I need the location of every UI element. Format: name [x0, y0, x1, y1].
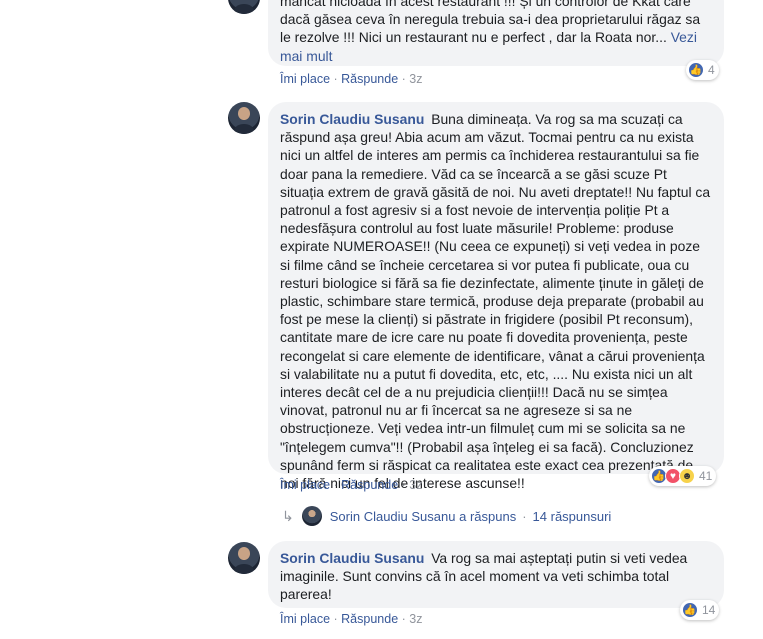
thumbs-up-icon: 👍 [688, 62, 704, 78]
avatar[interactable] [228, 102, 260, 134]
comment-text: Buna dimineața. Va rog sa ma scuzați ca … [280, 111, 711, 492]
comment-actions: Îmi place · Răspunde · 3z [280, 478, 422, 492]
reply-link[interactable]: Răspunde [341, 612, 398, 626]
reaction-count: 41 [699, 469, 713, 483]
comment-bubble: Sorin Claudiu Susanu Va rog sa mai aștep… [268, 541, 724, 608]
comment-author-link[interactable]: Sorin Claudiu Susanu [280, 111, 424, 127]
reply-action: a răspuns [459, 508, 517, 524]
comment-bubble: mâncat nicioadă în acest restaurant !!! … [268, 0, 724, 66]
like-link[interactable]: Îmi place [280, 612, 330, 626]
replies-count: 14 răspunsuri [532, 508, 612, 524]
avatar [301, 506, 322, 526]
comment-bubble: Sorin Claudiu Susanu Buna dimineața. Va … [268, 102, 724, 491]
reaction-summary[interactable]: 👍 4 [686, 60, 719, 80]
reaction-count: 4 [708, 63, 715, 77]
reaction-summary[interactable]: 👍 ♥ ☻ 41 [649, 466, 717, 486]
avatar[interactable] [228, 0, 260, 14]
thumbs-up-icon: 👍 [682, 602, 698, 618]
view-replies-link[interactable]: ↳ Sorin Claudiu Susanu a răspuns · 14 ră… [282, 506, 611, 526]
timestamp[interactable]: 3z [409, 478, 422, 492]
reply-arrow-icon: ↳ [282, 507, 294, 524]
separator: · [522, 508, 527, 524]
separator: · [333, 478, 342, 492]
timestamp[interactable]: 3z [409, 612, 422, 626]
reaction-count: 14 [702, 603, 716, 617]
comment-author-link[interactable]: Sorin Claudiu Susanu [280, 550, 424, 566]
reaction-summary[interactable]: 👍 14 [680, 600, 720, 620]
comment-actions: Îmi place · Răspunde · 3z [280, 72, 422, 86]
comment-actions: Îmi place · Răspunde · 3z [280, 612, 422, 626]
separator: · [333, 72, 342, 86]
reply-link[interactable]: Răspunde [341, 478, 398, 492]
reply-author: Sorin Claudiu Susanu [329, 508, 456, 524]
like-link[interactable]: Îmi place [280, 478, 330, 492]
comment-text: mâncat nicioadă în acest restaurant !!! … [280, 0, 701, 46]
like-link[interactable]: Îmi place [280, 72, 330, 86]
avatar[interactable] [228, 542, 260, 574]
separator: · [333, 612, 342, 626]
laughing-face-icon: ☻ [679, 468, 695, 484]
timestamp[interactable]: 3z [409, 72, 422, 86]
reply-link[interactable]: Răspunde [341, 72, 398, 86]
